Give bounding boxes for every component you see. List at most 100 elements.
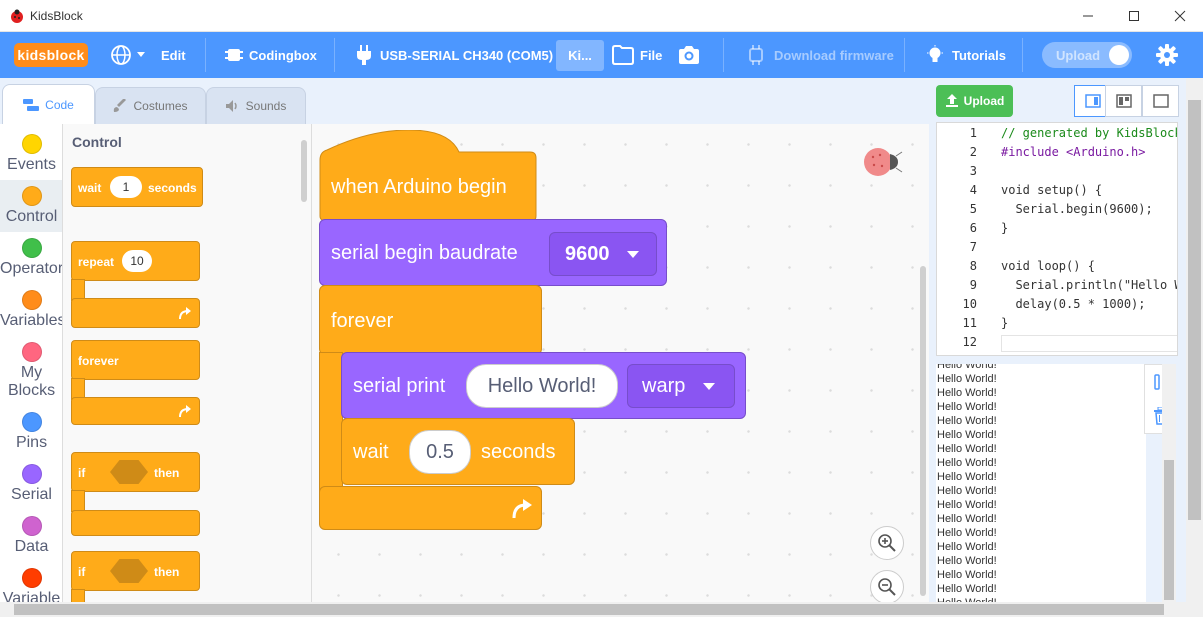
category-variables[interactable]: Variables	[0, 284, 62, 336]
menu-divider	[723, 38, 724, 72]
category-label: Events	[7, 156, 56, 173]
dropdown-arrow-icon	[627, 251, 639, 258]
wait-seconds-input[interactable]: 0.5	[409, 430, 471, 474]
category-serial[interactable]: Serial	[0, 458, 62, 510]
serial-monitor-scrollbar[interactable]	[1162, 364, 1176, 602]
kids-menu-tab[interactable]: Ki...	[556, 40, 604, 71]
category-my-blocks[interactable]: My Blocks	[0, 336, 62, 400]
scrollbar-thumb[interactable]	[14, 604, 1164, 615]
serial-output-line: Hello World!	[937, 401, 997, 413]
serial-output-line: Hello World!	[937, 583, 997, 595]
code-blocks-icon	[23, 98, 40, 111]
settings-button[interactable]	[1156, 32, 1178, 78]
hat-block-label[interactable]: when Arduino begin	[331, 176, 507, 199]
code-editor[interactable]: 1 // generated by KidsBlock 2 #include <Ard…	[936, 122, 1178, 356]
category-label: Data	[14, 538, 49, 555]
window-vertical-scrollbar[interactable]	[1186, 78, 1203, 602]
print-mode-dropdown[interactable]: warp	[627, 364, 735, 408]
workspace-scrollbar[interactable]	[920, 266, 926, 596]
zoom-out-button[interactable]	[870, 570, 904, 602]
zoom-out-icon	[878, 578, 896, 596]
category-variable[interactable]: Variable	[0, 562, 62, 602]
category-operators[interactable]: Operators	[0, 232, 62, 284]
serial-output-line: Hello World!	[937, 387, 997, 399]
palette-forever-block[interactable]: forever	[71, 340, 200, 380]
forever-block-arm	[319, 352, 343, 492]
globe-icon	[111, 45, 131, 65]
speaker-icon	[225, 100, 237, 112]
line-number: 5	[969, 202, 977, 216]
serial-print-block[interactable]: serial print Hello World! warp	[341, 352, 746, 419]
upload-button-label: Upload	[963, 94, 1005, 108]
serial-begin-block[interactable]: serial begin baudrate 9600	[319, 219, 667, 286]
layout-split-button[interactable]	[1105, 85, 1142, 117]
kidsblock-logo[interactable]: kidsblock	[14, 43, 88, 67]
window-horizontal-scrollbar[interactable]	[0, 602, 1203, 617]
serial-output-line: Hello World!	[937, 513, 997, 525]
layout-sidebar-icon	[1084, 94, 1101, 108]
palette-scrollbar[interactable]	[301, 140, 307, 202]
zoom-in-button[interactable]	[870, 526, 904, 560]
codingbox-label: Codingbox	[249, 47, 317, 63]
print-text-input[interactable]: Hello World!	[466, 364, 618, 408]
menu-divider	[1022, 38, 1023, 72]
serial-output-line: Hello World!	[937, 527, 997, 539]
wait-block[interactable]: wait 0.5 seconds	[341, 418, 575, 485]
maximize-button[interactable]	[1111, 0, 1157, 32]
scrollbar-thumb[interactable]	[1164, 460, 1174, 600]
ladybug-app-icon	[11, 9, 23, 23]
layout-full-button[interactable]	[1142, 85, 1179, 117]
upload-button[interactable]: Upload	[936, 85, 1013, 117]
codingbox-menu[interactable]: Codingbox	[225, 32, 317, 78]
editor-tabs: Code Costumes Sounds	[0, 78, 934, 124]
serial-monitor-output[interactable]: Hello World! Hello World! Hello World! Hell…	[936, 364, 1146, 602]
script-workspace[interactable]: when Arduino begin serial begin baudrate…	[312, 124, 929, 602]
serial-output-line: Hello World!	[937, 499, 997, 511]
code-line: Serial.begin(9600);	[1001, 202, 1153, 216]
category-control[interactable]: Control	[0, 180, 62, 232]
menu-divider	[334, 38, 335, 72]
serial-output-line: Hello World!	[937, 364, 997, 371]
code-line: #include <Arduino.h>	[1001, 145, 1146, 159]
tab-costumes[interactable]: Costumes	[95, 87, 206, 124]
tab-costumes-label: Costumes	[133, 99, 188, 113]
block-label: wait	[353, 441, 389, 463]
screenshot-button[interactable]	[678, 32, 700, 78]
language-menu[interactable]	[110, 32, 146, 78]
edit-menu[interactable]: Edit	[161, 32, 186, 78]
close-button[interactable]	[1157, 0, 1203, 32]
category-data[interactable]: Data	[0, 510, 62, 562]
tab-sounds[interactable]: Sounds	[206, 87, 306, 124]
upload-mode-toggle[interactable]: Upload	[1042, 42, 1132, 68]
palette-if-then-block[interactable]: if then	[71, 452, 200, 492]
minimize-button[interactable]	[1065, 0, 1111, 32]
baudrate-dropdown[interactable]: 9600	[549, 232, 657, 276]
firmware-chip-icon	[749, 45, 763, 65]
close-icon	[1174, 10, 1186, 22]
palette-if-then-block[interactable]: if then	[71, 551, 200, 591]
folder-icon	[612, 45, 634, 65]
category-events[interactable]: Events	[0, 128, 62, 180]
block-label: forever	[78, 354, 119, 368]
palette-repeat-block[interactable]: repeat 10	[71, 241, 200, 281]
scrollbar-thumb[interactable]	[1188, 100, 1201, 520]
file-menu[interactable]: File	[612, 32, 662, 78]
seconds-input[interactable]: 1	[110, 176, 142, 198]
lightbulb-icon	[927, 45, 943, 62]
forever-block[interactable]: forever	[319, 285, 542, 355]
repeat-count-input[interactable]: 10	[122, 250, 152, 272]
category-color-dot	[21, 238, 42, 258]
baudrate-value: 9600	[565, 243, 610, 265]
serial-port-menu[interactable]: USB-SERIAL CH340 (COM5)	[356, 32, 553, 78]
condition-slot[interactable]	[110, 559, 148, 583]
tab-code[interactable]: Code	[2, 84, 95, 124]
category-pins[interactable]: Pins	[0, 406, 62, 458]
window-title: KidsBlock	[30, 9, 83, 23]
block-label: wait	[78, 181, 102, 195]
palette-wait-block[interactable]: wait 1 seconds	[71, 167, 203, 207]
condition-slot[interactable]	[110, 460, 148, 484]
download-firmware-button[interactable]: Download firmware	[746, 32, 894, 78]
tutorials-menu[interactable]: Tutorials	[926, 32, 1006, 78]
block-label: seconds	[481, 441, 556, 463]
block-label: then	[154, 565, 180, 579]
